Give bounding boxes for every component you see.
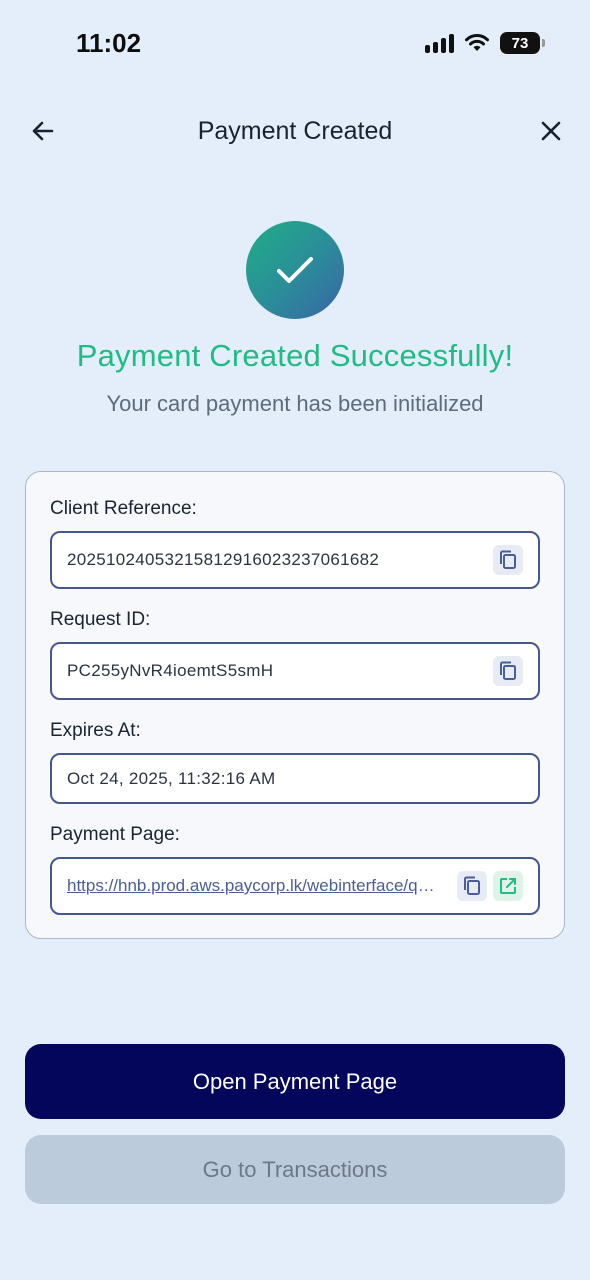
success-badge xyxy=(246,221,344,319)
copy-payment-page-button[interactable] xyxy=(457,871,487,901)
expires-at-field: Oct 24, 2025, 11:32:16 AM xyxy=(50,753,540,804)
go-to-transactions-button[interactable]: Go to Transactions xyxy=(25,1135,565,1204)
open-external-button[interactable] xyxy=(493,871,523,901)
status-time: 11:02 xyxy=(76,28,142,58)
cellular-signal-icon xyxy=(425,33,454,53)
request-id-label: Request ID: xyxy=(50,609,151,630)
status-bar: 11:02 73 xyxy=(0,0,590,88)
page-title: Payment Created xyxy=(197,117,393,145)
payment-page-link[interactable]: https://hnb.prod.aws.paycorp.lk/webinter… xyxy=(67,876,445,896)
payment-page-field: https://hnb.prod.aws.paycorp.lk/webinter… xyxy=(50,857,540,915)
open-payment-page-button[interactable]: Open Payment Page xyxy=(25,1044,565,1119)
client-reference-label: Client Reference: xyxy=(50,498,197,519)
copy-icon xyxy=(500,661,516,680)
wifi-icon xyxy=(465,34,489,51)
request-id-field: PC255yNvR4ioemtS5smH xyxy=(50,642,540,700)
status-icons: 73 xyxy=(425,32,545,54)
expires-at-value: Oct 24, 2025, 11:32:16 AM xyxy=(67,768,276,788)
close-button[interactable] xyxy=(534,114,568,148)
client-reference-value: 20251024053215812916023237061682 xyxy=(67,550,380,569)
close-icon xyxy=(541,121,561,141)
copy-request-id-button[interactable] xyxy=(493,656,523,686)
copy-client-reference-button[interactable] xyxy=(493,545,523,575)
battery-indicator: 73 xyxy=(500,32,545,54)
copy-icon xyxy=(464,876,480,895)
client-reference-field: 20251024053215812916023237061682 xyxy=(50,531,540,589)
header: Payment Created xyxy=(0,104,590,160)
copy-icon xyxy=(500,550,516,569)
expires-at-label: Expires At: xyxy=(50,720,141,741)
success-title: Payment Created Successfully! xyxy=(76,338,514,373)
external-link-icon xyxy=(500,878,516,894)
success-subtitle: Your card payment has been initialized xyxy=(106,391,484,416)
check-icon xyxy=(277,257,313,283)
request-id-value: PC255yNvR4ioemtS5smH xyxy=(67,661,274,680)
payment-details-card: Client Reference: 2025102405321581291602… xyxy=(25,471,565,939)
payment-page-label: Payment Page: xyxy=(50,824,180,845)
